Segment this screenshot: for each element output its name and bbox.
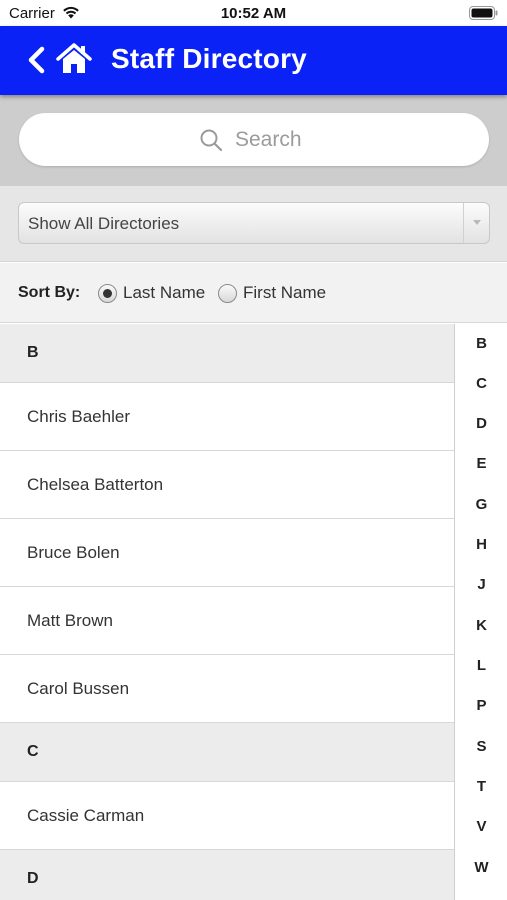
list-item[interactable]: Cassie Carman [0,782,454,850]
index-letter[interactable]: D [455,415,507,432]
filter-area: Show All Directories [0,186,507,262]
sort-area: Sort By: Last Name First Name [0,263,507,323]
status-bar: Carrier 10:52 AM [0,0,507,26]
index-letter[interactable]: G [455,496,507,513]
page-title: Staff Directory [111,43,307,74]
radio-last-name[interactable] [98,283,117,303]
index-letter[interactable]: S [455,738,507,755]
staff-list: B Chris Baehler Chelsea Batterton Bruce … [0,324,454,900]
index-letter[interactable]: L [455,657,507,674]
status-time: 10:52 AM [220,5,287,22]
search-input[interactable] [235,127,309,152]
list-item[interactable]: Chris Baehler [0,383,454,451]
search-icon [200,129,223,151]
home-button[interactable] [56,43,92,75]
directory-select-value: Show All Directories [28,214,180,233]
select-arrow-button[interactable] [463,203,489,243]
index-letter[interactable]: J [455,576,507,593]
index-letter[interactable]: V [455,818,507,835]
chevron-down-icon [473,220,481,225]
index-letter[interactable]: W [455,859,507,876]
index-letter[interactable]: H [455,536,507,553]
index-letter[interactable]: C [455,375,507,392]
list-item[interactable]: Chelsea Batterton [0,451,454,519]
index-letter[interactable]: T [455,778,507,795]
index-letter[interactable]: P [455,697,507,714]
battery-icon [469,6,498,20]
directory-select[interactable]: Show All Directories [18,202,490,244]
home-icon [56,43,92,73]
section-header: C [0,723,454,782]
sort-label: Sort By: [18,284,81,301]
list-item[interactable]: Bruce Bolen [0,519,454,587]
chevron-left-icon [28,46,45,74]
radio-last-name-label: Last Name [123,283,206,302]
back-button[interactable] [26,44,48,76]
alphabet-index[interactable]: B C D E G H J K L P S T V W [454,324,507,900]
sort-last-name-option[interactable]: Last Name [98,283,205,303]
section-header: B [0,324,454,383]
radio-first-name-label: First Name [243,283,327,302]
nav-bar: Staff Directory [0,26,507,95]
radio-first-name[interactable] [218,283,237,303]
search-area [0,95,507,186]
sort-first-name-option[interactable]: First Name [218,283,326,303]
index-letter[interactable]: K [455,617,507,634]
index-letter[interactable]: E [455,455,507,472]
index-letter[interactable]: B [455,335,507,352]
list-item[interactable]: Matt Brown [0,587,454,655]
search-bar[interactable] [19,113,489,166]
section-header: D [0,850,454,900]
list-item[interactable]: Carol Bussen [0,655,454,723]
